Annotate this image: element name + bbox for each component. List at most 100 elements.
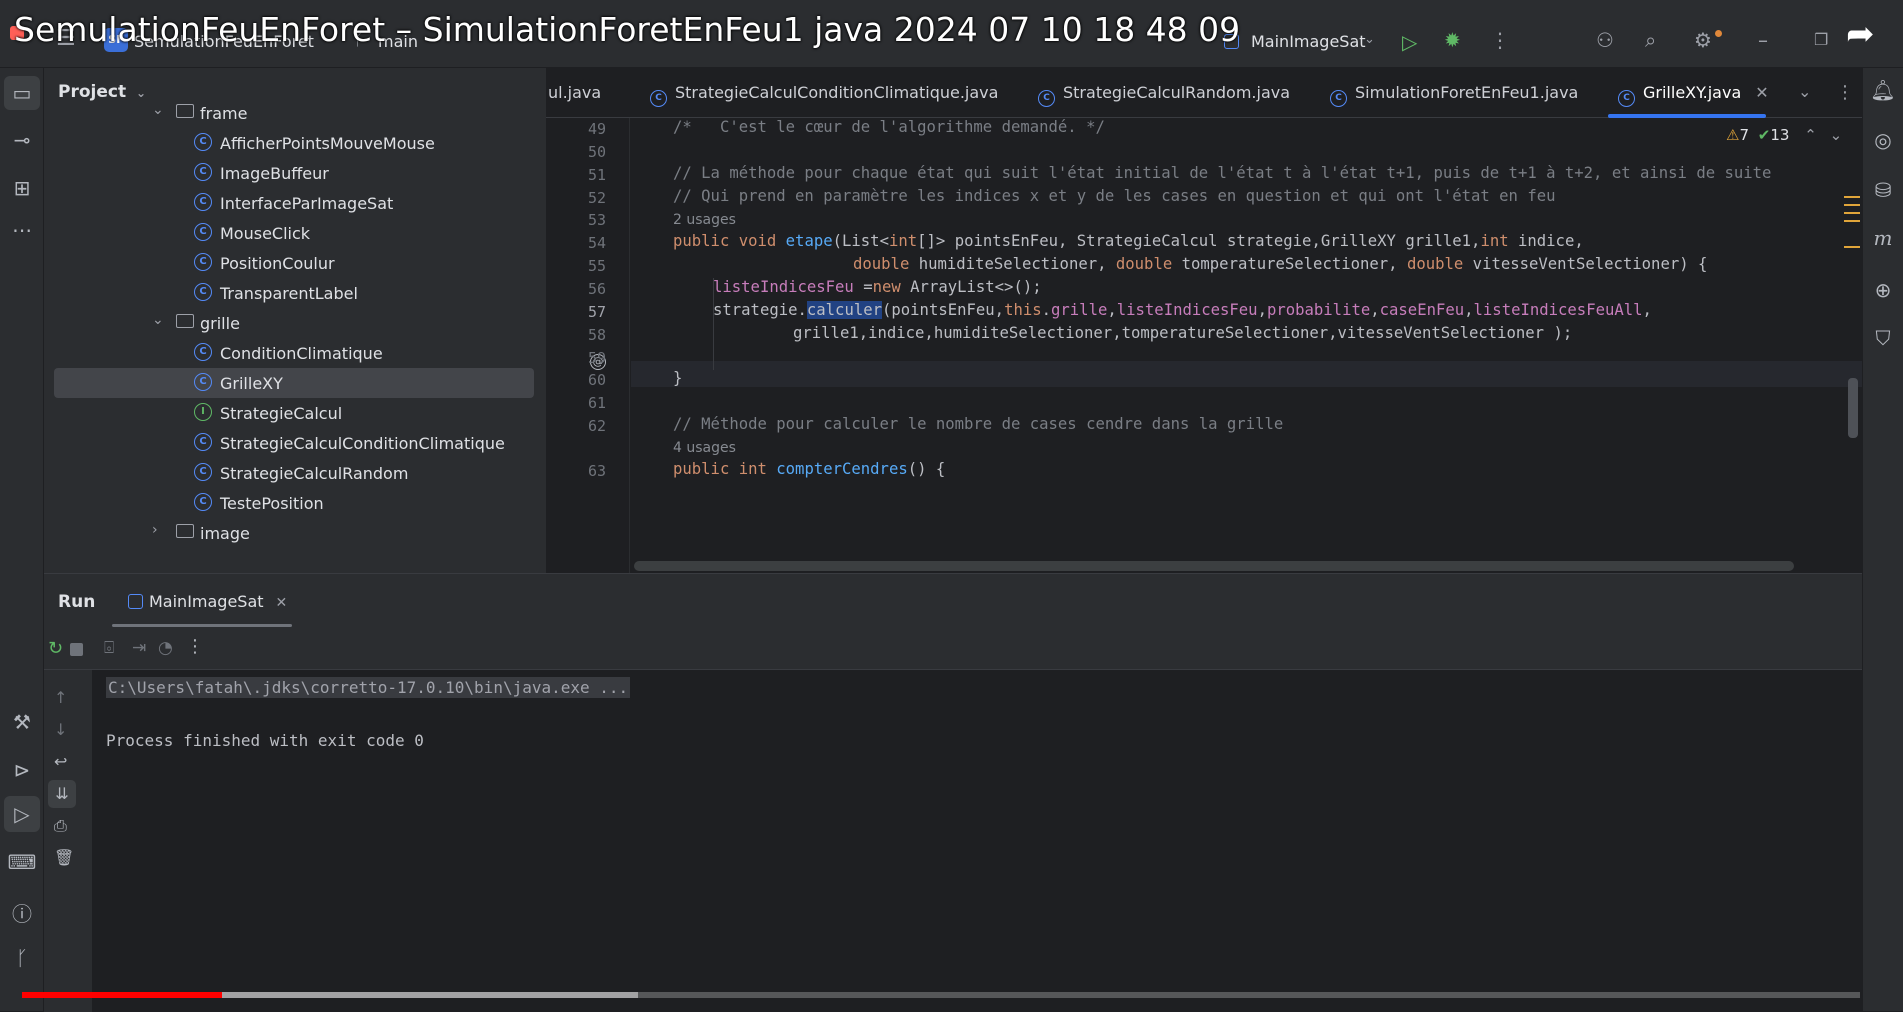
tree-folder[interactable]: ⌄ frame <box>54 98 534 128</box>
tree-item[interactable]: C PositionCoulur <box>54 248 534 278</box>
tab-strategiecalculrandom[interactable]: C StrategieCalculRandom.java <box>1038 83 1290 107</box>
line-number[interactable]: 62 <box>566 417 606 435</box>
code-line-55[interactable]: double humiditeSelectioner, double tompe… <box>853 255 1707 273</box>
tree-item[interactable]: C InterfaceParImageSat <box>54 188 534 218</box>
code-line-54[interactable]: public void etape(List<int[]> pointsEnFe… <box>673 232 1584 250</box>
run-icon[interactable]: ▷ <box>1402 30 1417 54</box>
code-line-57[interactable]: strategie.calculer(pointsEnFeu,this.gril… <box>713 301 1652 319</box>
code-line-63[interactable]: public int compterCendres() { <box>673 460 945 478</box>
console-exit-line[interactable]: Process finished with exit code 0 <box>106 731 424 750</box>
tree-item[interactable]: C AfficherPointsMouveMouse <box>54 128 534 158</box>
video-progress[interactable] <box>22 992 222 998</box>
line-number[interactable]: 53 <box>566 211 606 229</box>
tree-item[interactable]: C MouseClick <box>54 218 534 248</box>
services-icon[interactable]: ⊳ <box>0 758 44 782</box>
tree-item[interactable]: C StrategieCalculConditionClimatique <box>54 428 534 458</box>
scroll-down-icon[interactable]: ↓ <box>54 720 67 739</box>
tree-item[interactable]: C ImageBuffeur <box>54 158 534 188</box>
print-icon[interactable]: ⎙ <box>54 816 67 836</box>
structure-icon[interactable]: ⊞ <box>0 176 44 200</box>
line-number[interactable]: 56 <box>566 280 606 298</box>
notifications-icon[interactable]: 🔔︎ <box>1861 78 1903 102</box>
trash-icon[interactable]: 🗑︎ <box>54 848 74 867</box>
tab-simulationforetenfeu1[interactable]: C SimulationForetEnFeu1.java <box>1330 83 1578 107</box>
tree-folder[interactable]: ⌄ grille <box>54 308 534 338</box>
endpoints-icon[interactable]: ⊕ <box>1861 278 1903 302</box>
tree-item[interactable]: C ConditionClimatique <box>54 338 534 368</box>
more-actions-icon[interactable]: ⋮ <box>1490 28 1510 52</box>
stop-icon[interactable] <box>70 643 83 656</box>
share-icon[interactable]: ➦ <box>1846 14 1875 54</box>
more-tools-icon[interactable]: ⋯ <box>0 218 44 242</box>
restore-icon[interactable]: ❐ <box>1814 30 1828 49</box>
line-number[interactable]: 49 <box>566 120 606 138</box>
line-number[interactable]: 60 <box>566 371 606 389</box>
tree-item[interactable]: C TestePosition <box>54 488 534 518</box>
add-user-icon[interactable]: ⚇ <box>1596 28 1614 52</box>
warning-marker[interactable] <box>1844 220 1860 222</box>
code-line-51[interactable]: // La méthode pour chaque état qui suit … <box>673 164 1771 182</box>
tree-folder[interactable]: › image <box>54 518 534 548</box>
run-config-selector[interactable]: MainImageSat <box>1251 32 1366 51</box>
debug-icon[interactable]: ✹ <box>1444 28 1461 52</box>
exit-icon[interactable]: ⇥ <box>132 638 146 658</box>
build-icon[interactable]: ⚒ <box>0 710 44 734</box>
ai-assistant-icon[interactable]: ◎ <box>1861 128 1903 152</box>
scroll-up-icon[interactable]: ↑ <box>54 688 67 707</box>
editor-vertical-scrollbar[interactable] <box>1848 378 1858 438</box>
warning-marker[interactable] <box>1844 212 1860 214</box>
git-icon[interactable]: ᚴ <box>0 946 44 970</box>
tree-item[interactable]: I StrategieCalcul <box>54 398 534 428</box>
tab-grillexy[interactable]: C GrilleXY.java ✕ <box>1618 83 1769 107</box>
code-line-52[interactable]: // Qui prend en paramètre les indices x … <box>673 187 1556 205</box>
console-command-line[interactable]: C:\Users\fatah\.jdks\corretto-17.0.10\bi… <box>106 677 631 698</box>
tabs-more-icon[interactable]: ⋮ <box>1836 82 1854 103</box>
tab-ul-java[interactable]: ul.java <box>548 83 601 102</box>
usages-hint[interactable]: 2 usages <box>673 212 736 228</box>
chevron-down-icon[interactable]: ⌄ <box>152 102 164 118</box>
project-tool-icon[interactable]: ▭ <box>4 76 40 110</box>
tree-item[interactable]: C StrategieCalculRandom <box>54 458 534 488</box>
line-number[interactable]: 63 <box>566 462 606 480</box>
close-icon[interactable]: ✕ <box>1755 83 1768 102</box>
camera-icon[interactable]: ⌻ <box>104 638 114 658</box>
chevron-down-icon[interactable]: ⌄ <box>152 312 164 328</box>
settings-icon[interactable]: ⚙ <box>1694 28 1712 52</box>
scroll-to-end-icon[interactable]: ⇊ <box>48 780 76 808</box>
tab-strategiecalculconditionclimatique[interactable]: C StrategieCalculConditionClimatique.java <box>650 83 998 107</box>
line-number[interactable]: 52 <box>566 189 606 207</box>
line-number[interactable]: 61 <box>566 394 606 412</box>
warning-marker[interactable] <box>1844 204 1860 206</box>
code-line-56[interactable]: listeIndicesFeu =new ArrayList<>(); <box>713 278 1042 296</box>
code-line-58[interactable]: grille1,indice,humiditeSelectioner,tompe… <box>793 324 1572 342</box>
commit-icon[interactable]: ⊸ <box>0 128 44 152</box>
minimize-icon[interactable]: – <box>1758 28 1768 52</box>
code-line-49[interactable]: /* C'est le cœur de l'algorithme demandé… <box>673 118 1105 136</box>
code-line-62[interactable]: // Méthode pour calculer le nombre de ca… <box>673 415 1283 433</box>
terminal-icon[interactable]: ⌨ <box>0 850 44 874</box>
line-number[interactable]: 55 <box>566 257 606 275</box>
rerun-icon[interactable]: ↻ <box>48 638 63 659</box>
run-panel-title[interactable]: Run <box>58 592 95 612</box>
editor-horizontal-scrollbar[interactable] <box>634 561 1794 571</box>
search-icon[interactable]: ⌕ <box>1645 28 1656 52</box>
soft-wrap-icon[interactable]: ↩ <box>54 752 67 771</box>
maven-icon[interactable]: m <box>1861 226 1903 250</box>
tabs-dropdown-icon[interactable]: ⌄ <box>1798 82 1811 101</box>
line-number[interactable]: 58 <box>566 326 606 344</box>
database-icon[interactable]: ⛁ <box>1861 178 1903 202</box>
more-actions-icon[interactable]: ⋮ <box>186 636 204 657</box>
line-number[interactable]: 50 <box>566 143 606 161</box>
run-tool-icon[interactable]: ▷ <box>4 796 40 832</box>
run-tab-mainimagesat[interactable]: MainImageSat ✕ <box>128 592 287 611</box>
next-highlight-icon[interactable]: ⌄ <box>1830 126 1843 144</box>
coverage-icon[interactable]: ◔ <box>158 638 173 658</box>
tree-item[interactable]: C GrilleXY <box>54 368 534 398</box>
warning-marker[interactable] <box>1844 196 1860 198</box>
problems-icon[interactable]: ⓘ <box>0 898 44 927</box>
chevron-right-icon[interactable]: › <box>152 522 158 538</box>
close-icon[interactable]: ✕ <box>276 595 288 611</box>
line-number[interactable]: 59 <box>566 349 606 367</box>
line-number[interactable]: 54 <box>566 234 606 252</box>
tree-item[interactable]: C TransparentLabel <box>54 278 534 308</box>
